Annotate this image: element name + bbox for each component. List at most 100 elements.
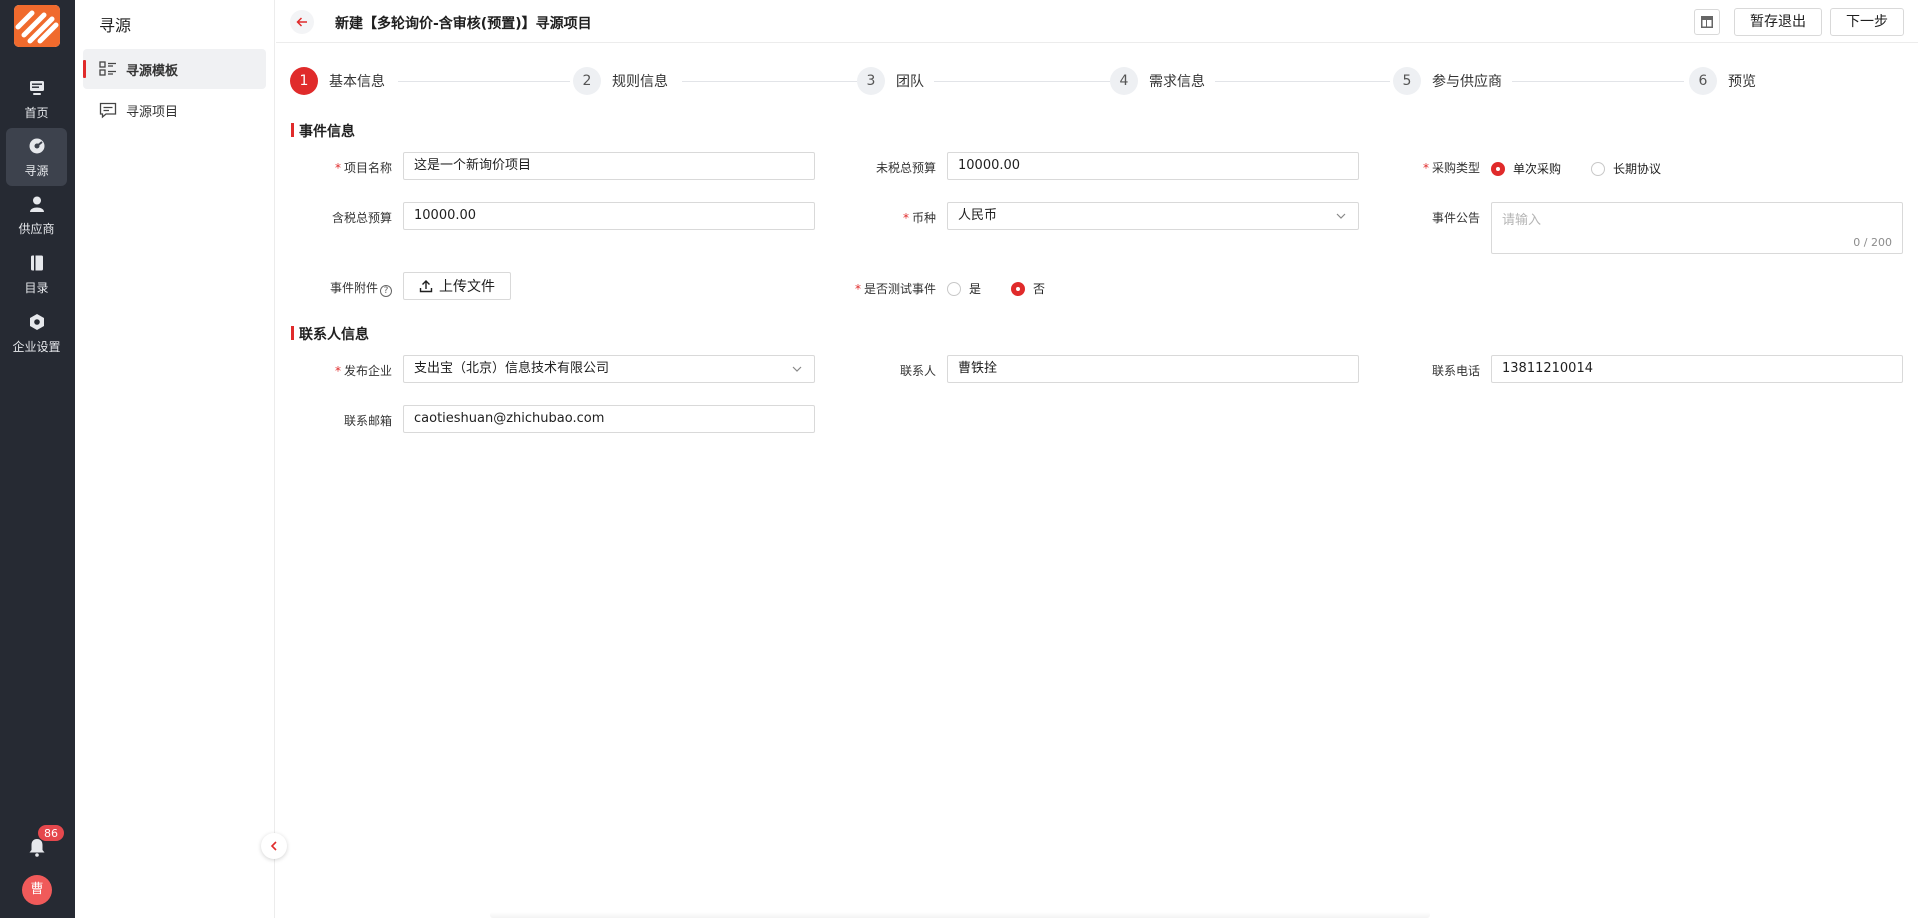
contact-phone-input[interactable]: 13811210014	[1491, 355, 1903, 383]
bottom-shadow	[490, 912, 1430, 918]
radio-dot	[1591, 161, 1606, 176]
rail-item-sourcing[interactable]: 寻源	[6, 128, 67, 186]
company-value: 支出宝（北京）信息技术有限公司	[414, 361, 610, 376]
arrow-left-icon	[296, 17, 307, 27]
purchase-type-radio-group: 单次采购 长期协议	[1491, 160, 1691, 177]
upload-icon	[419, 280, 433, 293]
step-preview[interactable]: 6 预览	[1689, 66, 1766, 96]
chevron-left-icon	[270, 841, 277, 851]
currency-label: * 币种	[902, 211, 936, 225]
avatar[interactable]: 曹	[22, 875, 52, 905]
contact-phone-label: 联系电话	[1431, 364, 1480, 378]
left-rail: 首页 寻源 供应商 目录 企业设置 86 曹	[0, 0, 75, 918]
contact-person-input[interactable]: 曹铁拴	[947, 355, 1359, 383]
template-list-icon	[99, 61, 116, 76]
step-connector	[1506, 81, 1684, 82]
upload-button-label: 上传文件	[439, 279, 495, 295]
contact-person-label: 联系人	[899, 364, 936, 378]
attachment-label: 事件附件?	[310, 279, 392, 297]
step-label: 规则信息	[612, 74, 668, 90]
compass-icon	[29, 138, 44, 153]
chevron-down-icon	[1336, 213, 1346, 219]
rail-item-label: 首页	[24, 105, 49, 120]
step-suppliers[interactable]: 5 参与供应商	[1393, 66, 1512, 96]
save-exit-button[interactable]: 暂存退出	[1734, 8, 1822, 36]
page-title: 新建【多轮询价-含审核(预置)】寻源项目	[335, 16, 592, 32]
step-team[interactable]: 3 团队	[857, 66, 934, 96]
subnav-item-projects[interactable]: 寻源项目	[83, 90, 266, 130]
step-number: 6	[1689, 67, 1717, 95]
step-number: 3	[857, 67, 885, 95]
step-label: 团队	[896, 74, 924, 90]
subnav-item-templates[interactable]: 寻源模板	[83, 49, 266, 89]
collapse-sidebar-button[interactable]	[261, 833, 287, 859]
notification-badge: 86	[37, 824, 65, 842]
subnav-title: 寻源	[99, 16, 132, 35]
book-icon	[30, 255, 43, 270]
step-label: 基本信息	[329, 74, 385, 90]
currency-select[interactable]: 人民币	[947, 202, 1359, 230]
step-label: 预览	[1728, 74, 1756, 90]
test-event-radio-group: 是 否	[947, 280, 1075, 297]
tax-budget-input[interactable]: 10000.00	[403, 202, 815, 230]
rail-item-label: 企业设置	[12, 339, 61, 354]
step-rules-info[interactable]: 2 规则信息	[573, 66, 678, 96]
radio-dot	[1011, 281, 1026, 296]
step-number: 1	[290, 67, 318, 95]
rail-item-label: 目录	[24, 280, 49, 295]
contact-email-input[interactable]: caotieshuan@zhichubao.com	[403, 405, 815, 433]
rail-item-supplier[interactable]: 供应商	[6, 186, 67, 244]
pretax-budget-label: 未税总预算	[875, 161, 936, 175]
hexagon-gear-icon	[29, 313, 44, 330]
step-connector	[1218, 81, 1390, 82]
page-header: 新建【多轮询价-含审核(预置)】寻源项目 暂存退出 下一步	[276, 0, 1918, 43]
purchase-type-label: * 采购类型	[1422, 161, 1480, 175]
announcement-placeholder: 请输入	[1502, 213, 1542, 228]
company-select[interactable]: 支出宝（北京）信息技术有限公司	[403, 355, 815, 383]
next-step-button[interactable]: 下一步	[1830, 8, 1904, 36]
monitor-icon	[29, 80, 44, 95]
section-title-event: 事件信息	[291, 121, 355, 141]
upload-file-button[interactable]: 上传文件	[403, 272, 511, 300]
step-label: 参与供应商	[1432, 74, 1502, 90]
step-label: 需求信息	[1149, 74, 1205, 90]
app-root: 首页 寻源 供应商 目录 企业设置 86 曹 寻源 寻源模板 寻源项目 新建【多…	[0, 0, 1918, 918]
rail-item-home[interactable]: 首页	[6, 70, 67, 128]
chevron-down-icon	[792, 366, 802, 372]
layout-toggle-button[interactable]	[1694, 9, 1720, 35]
pretax-budget-input[interactable]: 10000.00	[947, 152, 1359, 180]
subnav-item-label: 寻源模板	[126, 63, 179, 79]
purchase-type-longterm-radio[interactable]: 长期协议	[1591, 160, 1661, 177]
step-connector	[398, 81, 570, 82]
char-count: 0 / 200	[1853, 236, 1892, 249]
step-basic-info[interactable]: 1 基本信息	[290, 66, 395, 96]
test-event-label: * 是否测试事件	[854, 282, 936, 296]
radio-dot	[947, 281, 961, 296]
step-demand-info[interactable]: 4 需求信息	[1110, 66, 1215, 96]
test-event-yes-radio[interactable]: 是	[947, 280, 981, 297]
person-icon	[29, 196, 44, 212]
back-button[interactable]	[290, 10, 314, 34]
radio-dot	[1491, 161, 1505, 176]
rail-item-label: 供应商	[18, 221, 55, 236]
contact-email-label: 联系邮箱	[343, 414, 392, 428]
announcement-label: 事件公告	[1431, 211, 1480, 225]
rail-item-settings[interactable]: 企业设置	[6, 304, 67, 362]
step-number: 5	[1393, 67, 1421, 95]
purchase-type-single-radio[interactable]: 单次采购	[1491, 160, 1561, 177]
brand-logo[interactable]	[14, 5, 60, 47]
step-number: 2	[573, 67, 601, 95]
stepper: 1 基本信息 2 规则信息 3 团队 4 需求信息 5 参与供应商 6 预览	[290, 66, 1890, 96]
project-name-input[interactable]: 这是一个新询价项目	[403, 152, 815, 180]
company-label: * 发布企业	[334, 364, 392, 378]
section-title-contact: 联系人信息	[291, 324, 369, 344]
currency-value: 人民币	[958, 208, 998, 223]
rail-item-catalog[interactable]: 目录	[6, 245, 67, 303]
project-message-icon	[99, 102, 117, 119]
rail-item-label: 寻源	[24, 163, 49, 178]
announcement-textarea[interactable]: 请输入 0 / 200	[1491, 202, 1903, 254]
test-event-no-radio[interactable]: 否	[1011, 280, 1045, 297]
layout-icon	[1701, 16, 1713, 28]
help-circle-icon[interactable]: ?	[380, 285, 392, 297]
step-number: 4	[1110, 67, 1138, 95]
